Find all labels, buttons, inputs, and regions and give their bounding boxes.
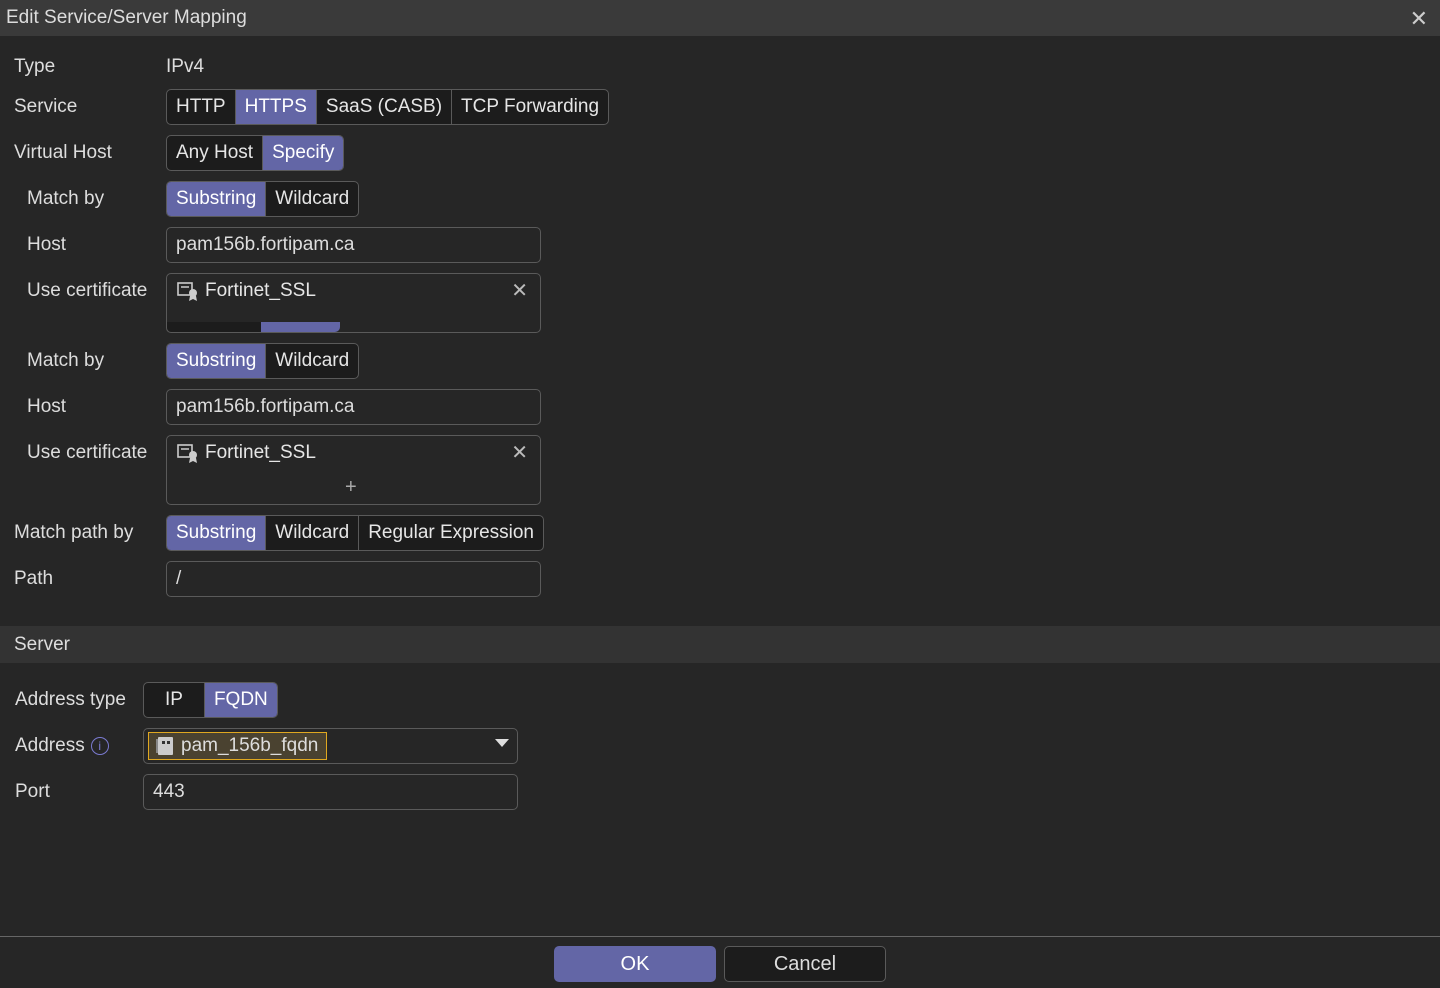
close-icon[interactable]: ✕ xyxy=(1410,6,1428,32)
match-by-selector: Substring Wildcard xyxy=(166,181,360,217)
address-value: pam_156b_fqdn xyxy=(181,735,319,756)
match-by-label: Match by xyxy=(27,188,105,209)
type-value: IPv4 xyxy=(166,56,205,77)
use-certificate-label: Use certificate xyxy=(27,442,148,463)
service-tcp-forwarding[interactable]: TCP Forwarding xyxy=(452,90,608,124)
host-label: Host xyxy=(27,396,67,417)
fqdn-address-icon xyxy=(155,736,175,756)
certificate-value: Fortinet_SSL xyxy=(205,280,316,301)
certificate-icon xyxy=(177,281,199,301)
path-substring[interactable]: Substring xyxy=(167,516,267,550)
address-select[interactable]: pam_156b_fqdn xyxy=(143,728,518,764)
service-https[interactable]: HTTPS xyxy=(235,90,317,124)
overlap-fragment xyxy=(261,322,340,332)
port-label: Port xyxy=(15,781,50,802)
match-by-selector: Substring Wildcard xyxy=(166,343,360,379)
certificate-icon xyxy=(177,443,199,463)
cancel-button[interactable]: Cancel xyxy=(724,946,886,982)
dialog-titlebar: Edit Service/Server Mapping ✕ xyxy=(0,0,1440,36)
match-substring[interactable]: Substring xyxy=(167,344,267,378)
add-certificate-icon[interactable]: + xyxy=(345,476,357,499)
virtual-host-selector: Any Host Specify xyxy=(166,135,345,171)
info-icon[interactable]: i xyxy=(90,736,109,755)
dropdown-caret-icon[interactable] xyxy=(495,739,509,747)
vhost-any-host[interactable]: Any Host xyxy=(167,136,264,170)
address-label-wrap: Address i xyxy=(15,735,109,757)
overlap-fragment xyxy=(167,322,261,332)
remove-certificate-icon[interactable]: ✕ xyxy=(511,278,528,303)
type-label: Type xyxy=(14,56,56,77)
match-by-label: Match by xyxy=(27,350,105,371)
path-wildcard[interactable]: Wildcard xyxy=(266,516,360,550)
address-label: Address xyxy=(15,735,85,756)
address-type-fqdn[interactable]: FQDN xyxy=(204,683,277,717)
server-section-title: Server xyxy=(14,633,70,655)
host-label: Host xyxy=(27,234,67,255)
service-selector: HTTP HTTPS SaaS (CASB) TCP Forwarding xyxy=(166,89,610,125)
ok-button[interactable]: OK xyxy=(554,946,716,982)
service-label: Service xyxy=(14,96,78,117)
match-path-selector: Substring Wildcard Regular Expression xyxy=(166,515,544,551)
use-certificate-label: Use certificate xyxy=(27,280,148,301)
match-path-label: Match path by xyxy=(14,522,134,543)
path-input[interactable]: / xyxy=(166,561,541,597)
match-wildcard[interactable]: Wildcard xyxy=(266,344,358,378)
certificate-value: Fortinet_SSL xyxy=(205,442,316,463)
certificate-field[interactable]: Fortinet_SSL ✕ xyxy=(166,273,541,333)
service-http[interactable]: HTTP xyxy=(167,90,236,124)
address-type-ip[interactable]: IP xyxy=(144,683,205,717)
dialog-title: Edit Service/Server Mapping xyxy=(6,7,247,28)
service-saas[interactable]: SaaS (CASB) xyxy=(317,90,453,124)
virtual-host-label: Virtual Host xyxy=(14,142,112,163)
certificate-field[interactable]: Fortinet_SSL ✕ + xyxy=(166,435,541,505)
host-input[interactable]: pam156b.fortipam.ca xyxy=(166,227,541,263)
server-section-header: Server xyxy=(0,626,1440,663)
vhost-specify[interactable]: Specify xyxy=(263,136,344,170)
port-input[interactable]: 443 xyxy=(143,774,518,810)
path-label: Path xyxy=(14,568,54,589)
address-type-selector: IP FQDN xyxy=(143,682,278,718)
dialog-footer: OK Cancel xyxy=(0,936,1440,988)
remove-certificate-icon[interactable]: ✕ xyxy=(511,440,528,465)
path-regex[interactable]: Regular Expression xyxy=(359,516,543,550)
address-chip: pam_156b_fqdn xyxy=(148,732,328,760)
host-input[interactable]: pam156b.fortipam.ca xyxy=(166,389,541,425)
address-type-label: Address type xyxy=(15,689,126,710)
match-wildcard[interactable]: Wildcard xyxy=(266,182,358,216)
match-substring[interactable]: Substring xyxy=(167,182,267,216)
